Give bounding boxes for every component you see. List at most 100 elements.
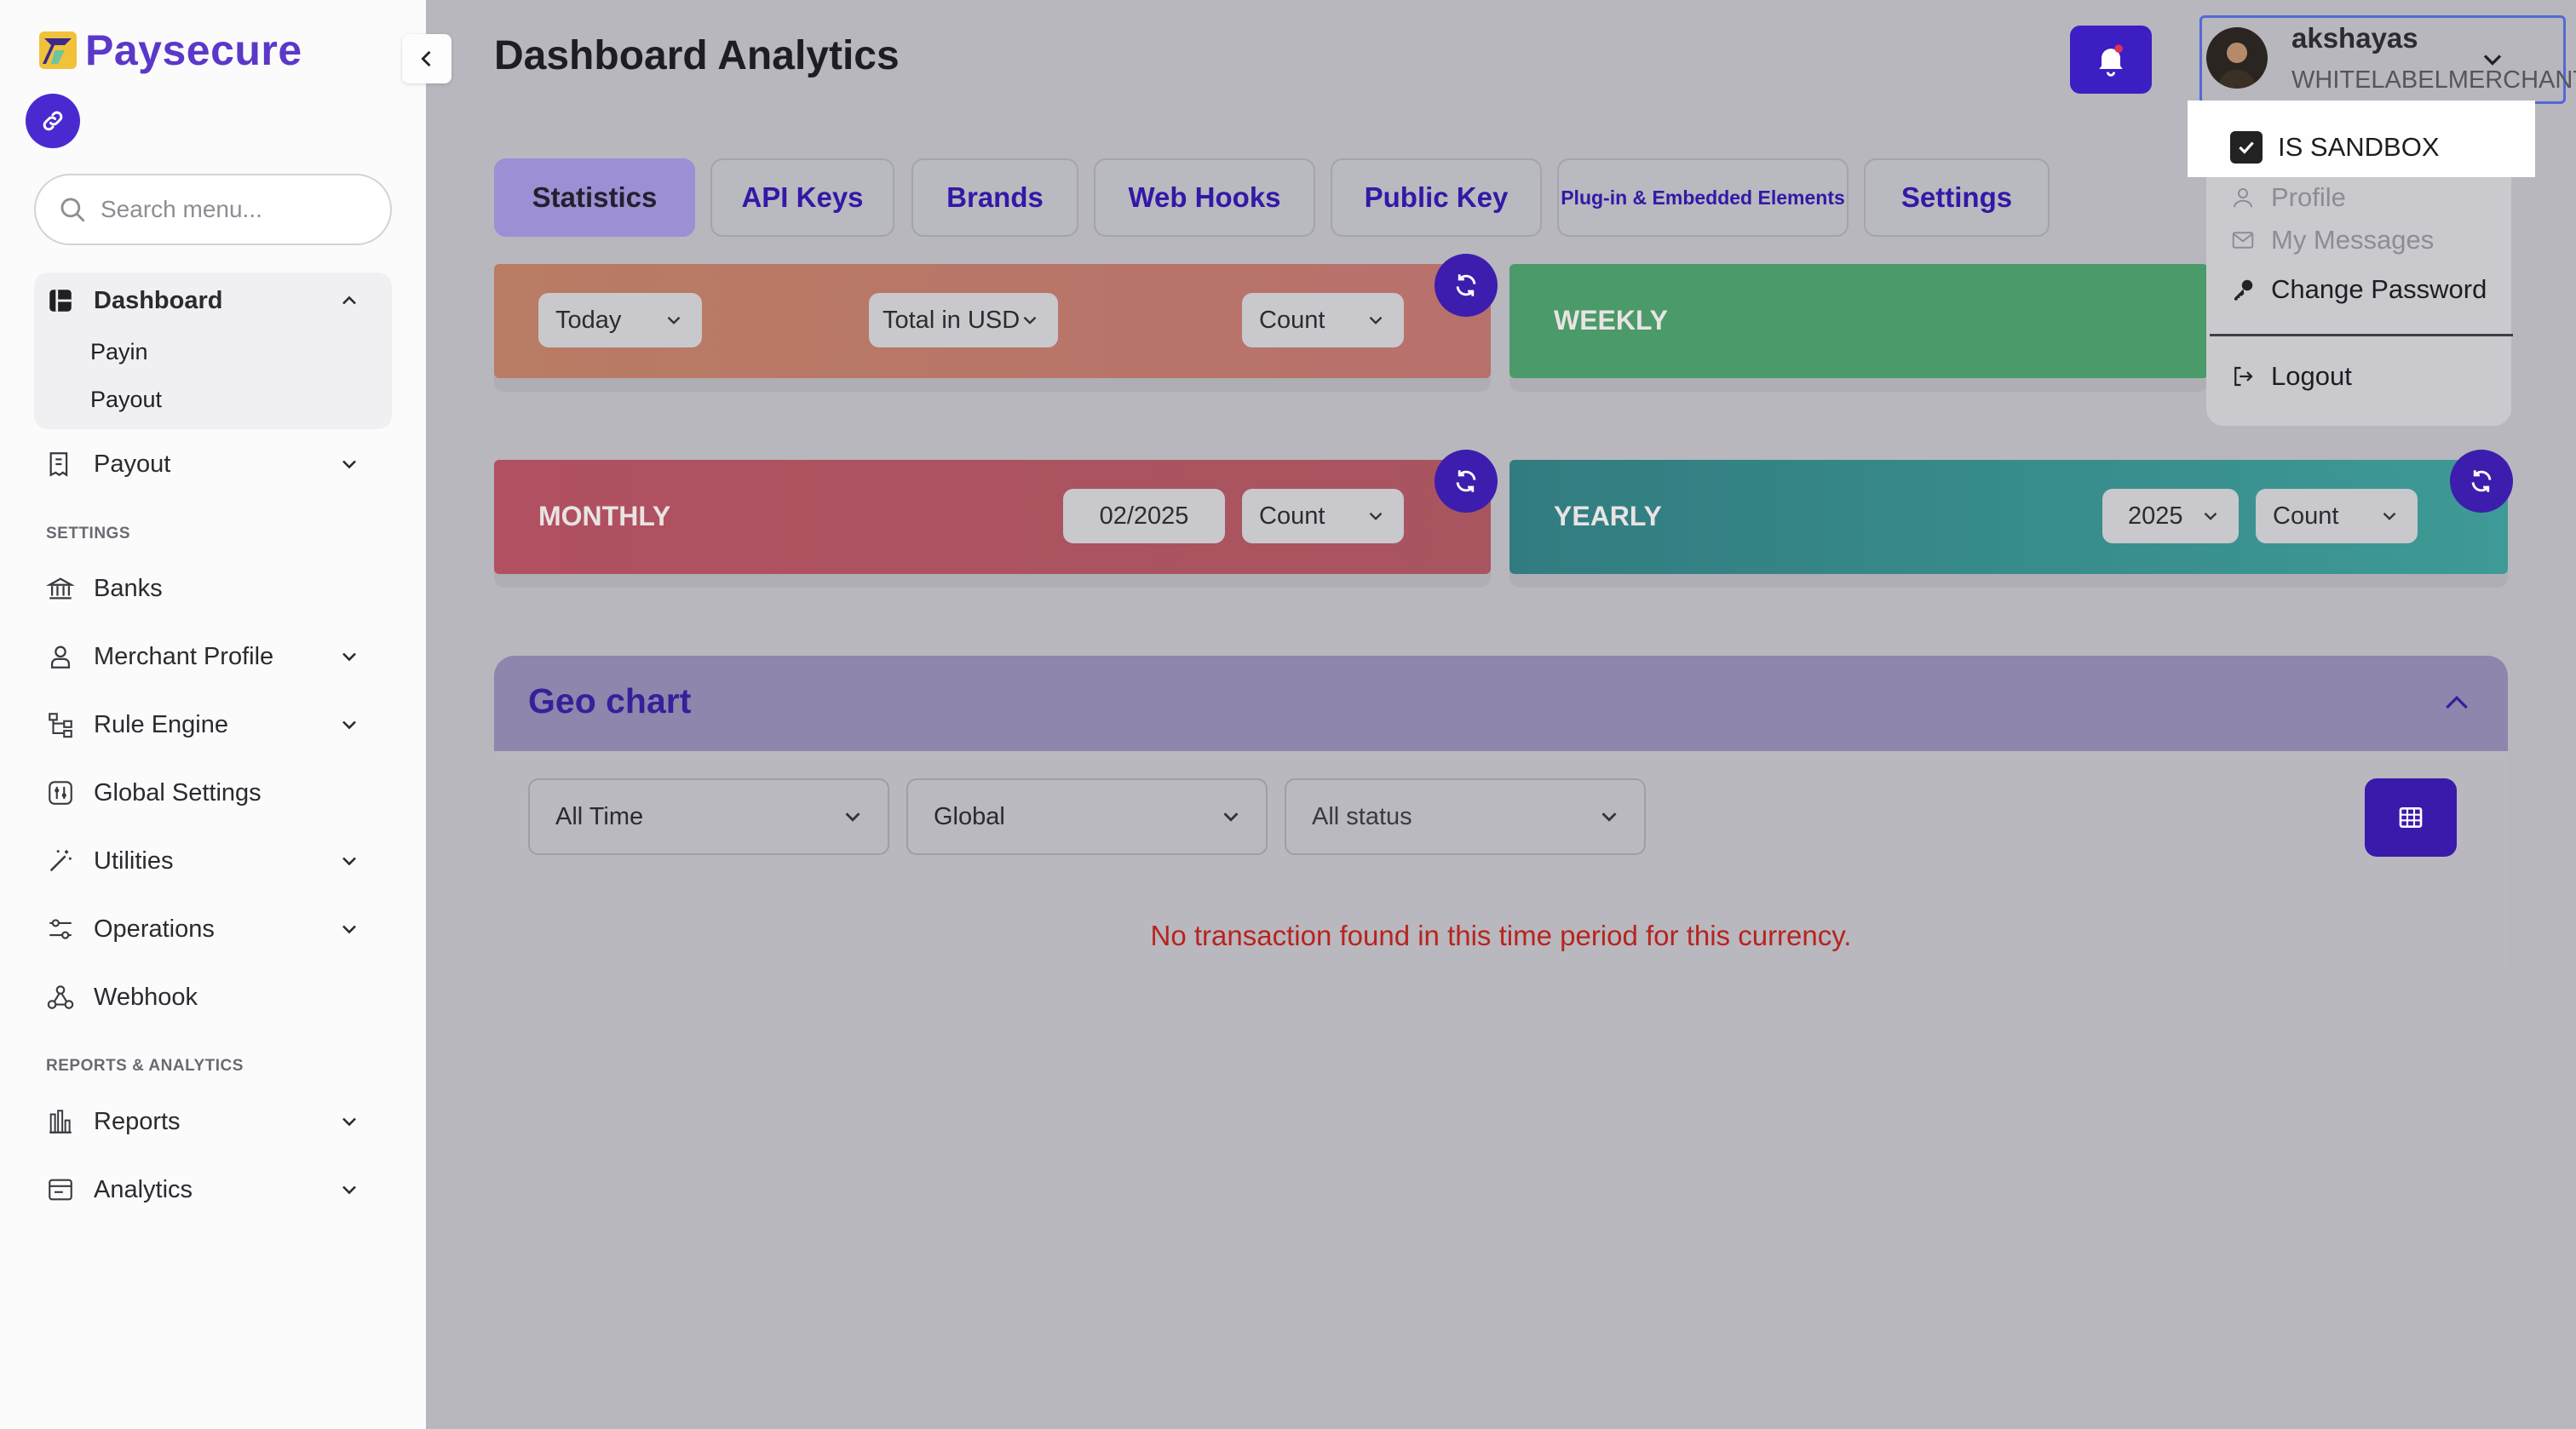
menu-item-profile[interactable]: Profile xyxy=(2230,182,2346,213)
sidebar-subitem-payout[interactable]: Payout xyxy=(90,387,162,413)
status-filter-select[interactable]: All status xyxy=(1285,778,1646,855)
webhook-icon xyxy=(47,985,74,1009)
tab-plugin-embedded[interactable]: Plug-in & Embedded Elements xyxy=(1557,158,1849,237)
menu-item-change-password[interactable]: Change Password xyxy=(2230,274,2487,305)
collapse-sidebar-button[interactable] xyxy=(402,34,451,83)
period-select[interactable]: Today xyxy=(538,293,702,347)
sidebar-item-rule-engine[interactable]: Rule Engine xyxy=(46,710,356,739)
page-title: Dashboard Analytics xyxy=(494,33,900,78)
geo-chart-header xyxy=(494,656,2508,751)
tab-web-hooks[interactable]: Web Hooks xyxy=(1094,158,1315,237)
time-filter-select[interactable]: All Time xyxy=(528,778,889,855)
status-filter-value: All status xyxy=(1312,802,1412,830)
currency-select[interactable]: Total in USD xyxy=(869,293,1058,347)
bar-chart-icon xyxy=(49,1110,72,1133)
chevron-down-icon xyxy=(1601,812,1617,822)
sidebar-subitem-payin[interactable]: Payin xyxy=(90,339,148,365)
tab-public-key[interactable]: Public Key xyxy=(1331,158,1542,237)
month-value: 02/2025 xyxy=(1099,502,1189,530)
region-filter-select[interactable]: Global xyxy=(906,778,1268,855)
sidebar-item-analytics[interactable]: Analytics xyxy=(46,1175,356,1204)
sandbox-checkbox[interactable]: IS SANDBOX xyxy=(2230,131,2440,164)
bank-icon xyxy=(46,577,75,600)
user-name: akshayas xyxy=(2291,22,2418,54)
time-filter-value: All Time xyxy=(555,802,644,830)
chevron-down-icon xyxy=(1369,316,1383,324)
chevron-down-icon xyxy=(342,925,356,934)
tab-brands[interactable]: Brands xyxy=(911,158,1078,237)
section-label-settings: SETTINGS xyxy=(46,525,131,542)
user-role: WHITELABELMERCHANT xyxy=(2291,66,2576,94)
user-icon xyxy=(2234,188,2252,208)
tab-settings[interactable]: Settings xyxy=(1864,158,2050,237)
brand-name: Paysecure xyxy=(85,26,302,74)
refresh-button[interactable] xyxy=(1435,450,1498,513)
menu-item-messages[interactable]: My Messages xyxy=(2230,225,2434,255)
refresh-icon xyxy=(2471,470,2492,492)
empty-state-message: No transaction found in this time period… xyxy=(1150,920,1852,951)
chevron-down-icon xyxy=(2204,512,2217,520)
logo-icon xyxy=(39,32,77,69)
metric-select[interactable]: Count xyxy=(2256,489,2418,543)
magic-wand-icon xyxy=(49,850,72,872)
user-icon xyxy=(50,646,71,669)
sidebar-item-label: Payout xyxy=(94,450,171,478)
section-label-reports: REPORTS & ANALYTICS xyxy=(46,1057,244,1075)
chevron-down-icon xyxy=(342,460,356,469)
table-icon xyxy=(2399,807,2423,828)
refresh-button[interactable] xyxy=(1435,254,1498,317)
chevron-down-icon xyxy=(342,652,356,662)
refresh-icon xyxy=(1456,274,1476,296)
key-icon xyxy=(2234,279,2253,301)
checkbox-checked-icon xyxy=(2230,131,2263,164)
sidebar-item-utilities[interactable]: Utilities xyxy=(46,846,356,875)
metric-value: Count xyxy=(1259,502,1325,530)
refresh-button[interactable] xyxy=(2450,450,2513,513)
metric-select[interactable]: Count xyxy=(1242,489,1404,543)
weekly-label: WEEKLY xyxy=(1554,305,1668,336)
chevron-down-icon xyxy=(342,857,356,866)
sidebar-item-reports[interactable]: Reports xyxy=(46,1107,356,1136)
chevron-up-icon xyxy=(342,296,356,305)
chevron-left-icon xyxy=(421,50,431,67)
link-button[interactable] xyxy=(26,94,80,148)
sidebar-item-webhook[interactable]: Webhook xyxy=(46,983,198,1012)
payout-icon xyxy=(49,452,68,477)
menu-item-logout[interactable]: Logout xyxy=(2230,361,2352,392)
chevron-down-icon xyxy=(2483,55,2502,66)
sidebar-item-label: Reports xyxy=(94,1107,181,1135)
avatar xyxy=(2206,27,2268,89)
sidebar-item-dashboard[interactable]: Dashboard xyxy=(46,286,356,315)
notifications-button[interactable] xyxy=(2070,26,2152,94)
sidebar-item-banks[interactable]: Banks xyxy=(46,574,163,603)
table-view-button[interactable] xyxy=(2365,778,2457,857)
year-select[interactable]: 2025 xyxy=(2102,489,2239,543)
menu-item-label: Logout xyxy=(2271,361,2352,391)
chevron-down-icon xyxy=(845,812,860,822)
sidebar-item-label: Global Settings xyxy=(94,778,262,806)
search-input[interactable] xyxy=(101,196,373,223)
chevron-up-icon[interactable] xyxy=(2438,686,2475,720)
sidebar-item-label: Rule Engine xyxy=(94,710,228,738)
month-picker[interactable]: 02/2025 xyxy=(1063,489,1225,543)
chevron-down-icon xyxy=(342,1185,356,1195)
chevron-down-icon xyxy=(342,720,356,730)
search-box xyxy=(34,174,392,245)
envelope-icon xyxy=(2232,232,2254,249)
tab-api-keys[interactable]: API Keys xyxy=(710,158,894,237)
sidebar-item-label: Analytics xyxy=(94,1175,193,1203)
sidebar-item-global-settings[interactable]: Global Settings xyxy=(46,778,262,807)
menu-divider xyxy=(2210,334,2513,336)
year-value: 2025 xyxy=(2128,502,2183,530)
chevron-down-icon xyxy=(1223,812,1239,822)
sidebar-item-label: Merchant Profile xyxy=(94,642,274,670)
sidebar-item-label: Webhook xyxy=(94,983,198,1011)
logo[interactable]: Paysecure xyxy=(39,26,302,75)
sidebar-item-merchant-profile[interactable]: Merchant Profile xyxy=(46,642,356,671)
metric-select[interactable]: Count xyxy=(1242,293,1404,347)
sidebar-item-payout[interactable]: Payout xyxy=(46,450,356,479)
chevron-down-icon xyxy=(342,1117,356,1127)
sidebar-item-operations[interactable]: Operations xyxy=(46,915,356,944)
tab-statistics[interactable]: Statistics xyxy=(494,158,695,237)
currency-value: Total in USD xyxy=(883,306,1021,334)
